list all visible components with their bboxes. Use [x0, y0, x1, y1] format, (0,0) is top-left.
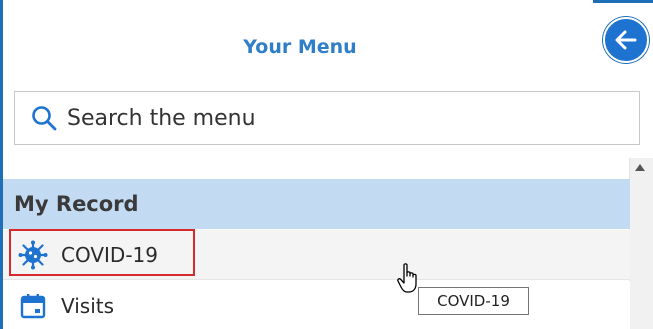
- section-label: My Record: [14, 192, 139, 216]
- menu-item-label: COVID-19: [61, 242, 159, 267]
- tooltip: COVID-19: [418, 287, 529, 315]
- scrollbar[interactable]: [629, 158, 653, 329]
- menu-title: Your Menu: [243, 36, 357, 58]
- search-placeholder: Search the menu: [67, 105, 256, 131]
- arrow-left-icon: [615, 30, 637, 50]
- menu-item-visits[interactable]: Visits: [3, 281, 630, 329]
- search-icon: [32, 106, 57, 131]
- calendar-icon: [17, 290, 49, 322]
- menu-item-covid-19[interactable]: COVID-19: [3, 230, 630, 280]
- menu-panel: Your Menu Search the menu My Record COVI…: [0, 0, 653, 329]
- scroll-up-icon[interactable]: [635, 164, 645, 171]
- virus-icon: [17, 239, 49, 271]
- panel-border-top: [593, 0, 653, 3]
- menu-item-label: Visits: [61, 293, 115, 318]
- section-header-my-record: My Record: [3, 179, 630, 229]
- search-input[interactable]: Search the menu: [14, 91, 640, 145]
- back-button[interactable]: [603, 17, 649, 63]
